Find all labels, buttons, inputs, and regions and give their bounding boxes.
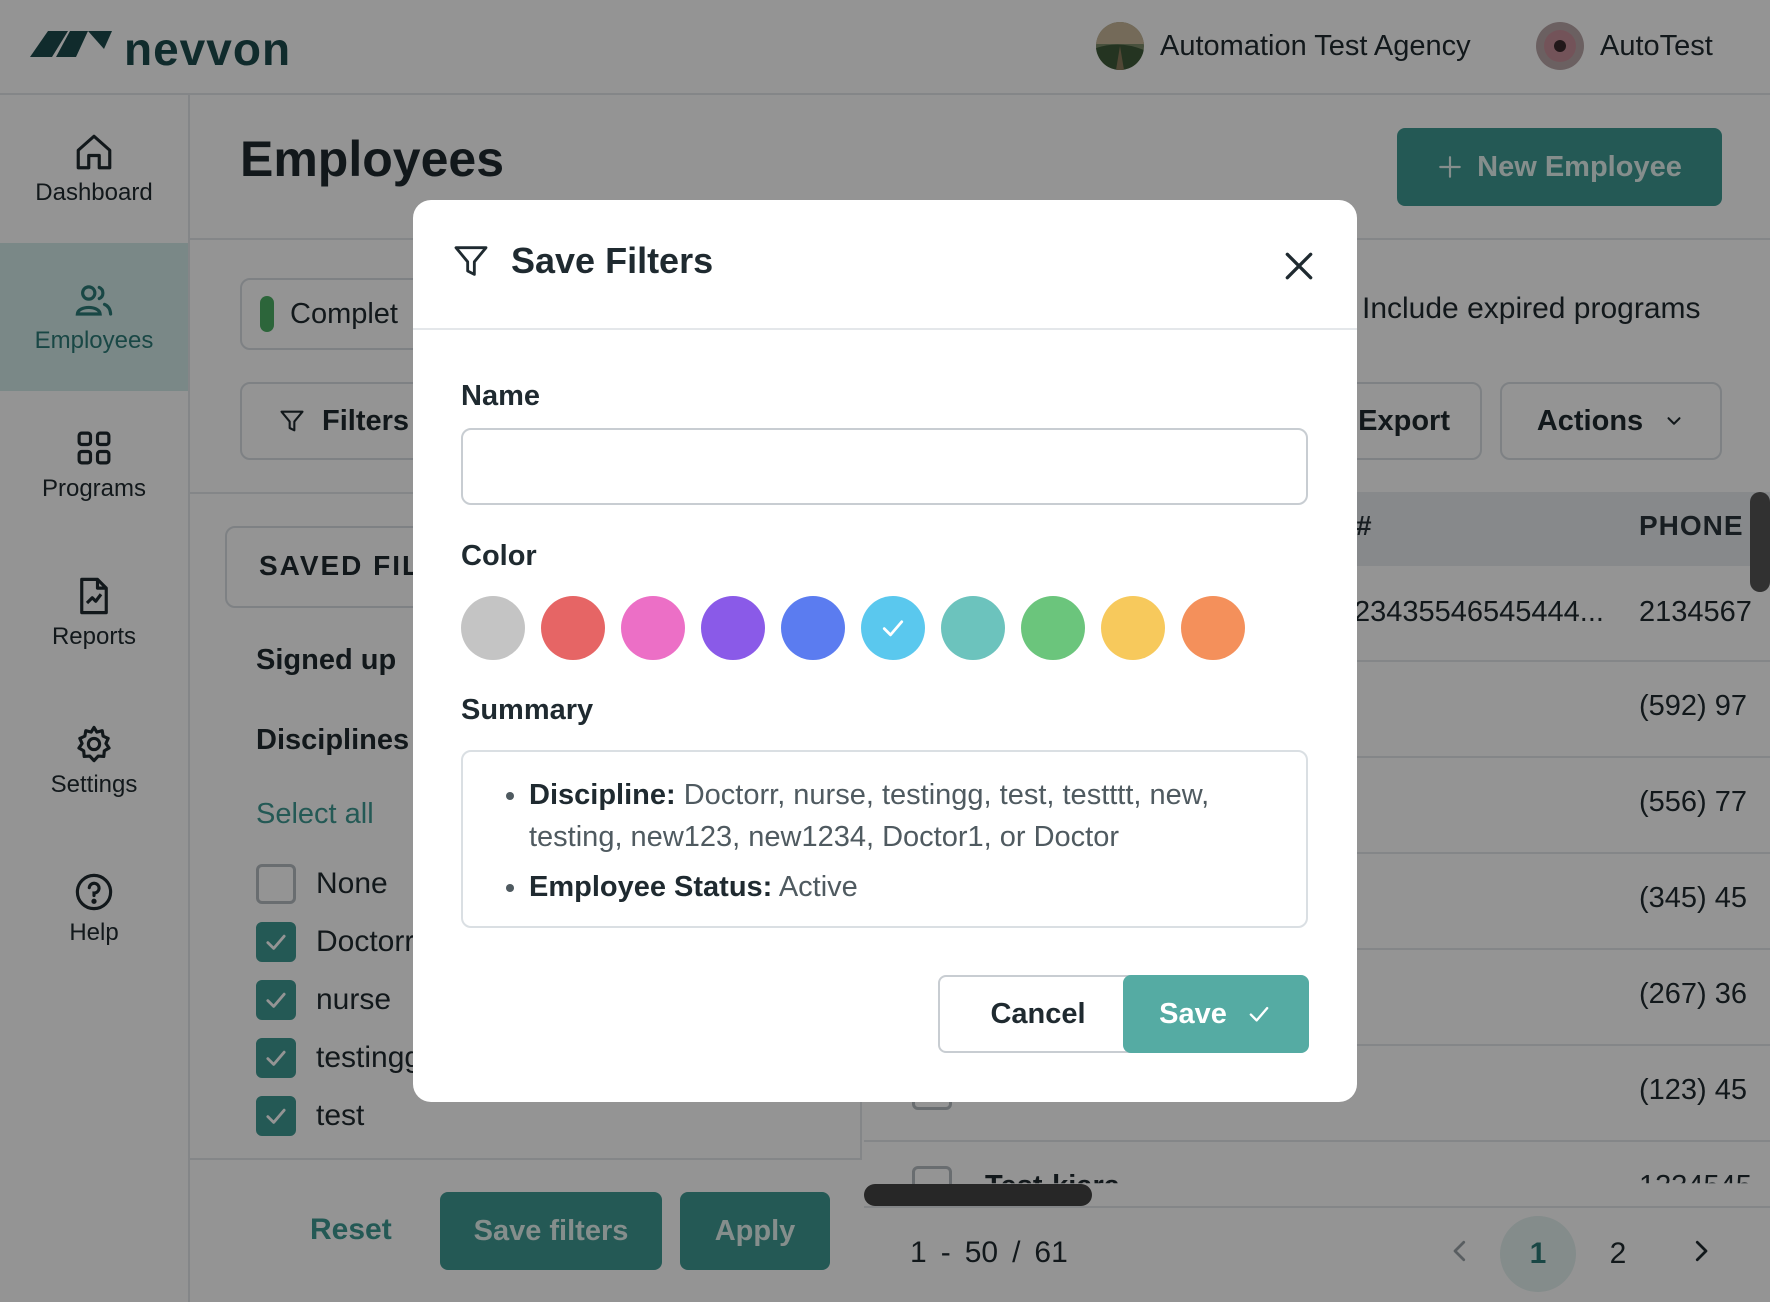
color-swatch[interactable] — [621, 596, 685, 660]
color-swatch[interactable] — [541, 596, 605, 660]
save-button[interactable]: Save — [1123, 975, 1309, 1053]
summary-label: Summary — [461, 694, 594, 726]
close-icon[interactable] — [1279, 246, 1319, 286]
summary-key: Employee Status: — [529, 871, 773, 903]
filter-name-input[interactable] — [461, 428, 1308, 505]
name-label: Name — [461, 380, 540, 412]
color-label: Color — [461, 540, 537, 572]
color-swatch[interactable] — [701, 596, 765, 660]
modal-title-group: Save Filters — [451, 240, 713, 282]
color-swatch[interactable] — [941, 596, 1005, 660]
check-icon — [882, 620, 904, 637]
summary-key: Discipline: — [529, 779, 676, 811]
color-swatch[interactable] — [861, 596, 925, 660]
save-filters-modal: Save Filters Name Color Summary Discipli… — [413, 200, 1357, 1102]
color-swatch[interactable] — [1181, 596, 1245, 660]
cancel-button[interactable]: Cancel — [938, 975, 1138, 1053]
summary-box: Discipline: Doctorr, nurse, testingg, te… — [461, 750, 1308, 928]
color-swatch[interactable] — [781, 596, 845, 660]
modal-title: Save Filters — [511, 240, 714, 281]
filter-icon — [454, 246, 488, 276]
summary-value: Active — [778, 871, 858, 903]
save-label: Save — [1159, 997, 1227, 1030]
color-swatch[interactable] — [1021, 596, 1085, 660]
check-icon — [1249, 1007, 1269, 1022]
color-swatch[interactable] — [1101, 596, 1165, 660]
modal-header: Save Filters — [413, 200, 1357, 330]
summary-item-discipline: Discipline: Doctorr, nurse, testingg, te… — [529, 774, 1266, 858]
color-swatch[interactable] — [461, 596, 525, 660]
summary-item-employee-status: Employee Status: Active — [529, 866, 1266, 908]
